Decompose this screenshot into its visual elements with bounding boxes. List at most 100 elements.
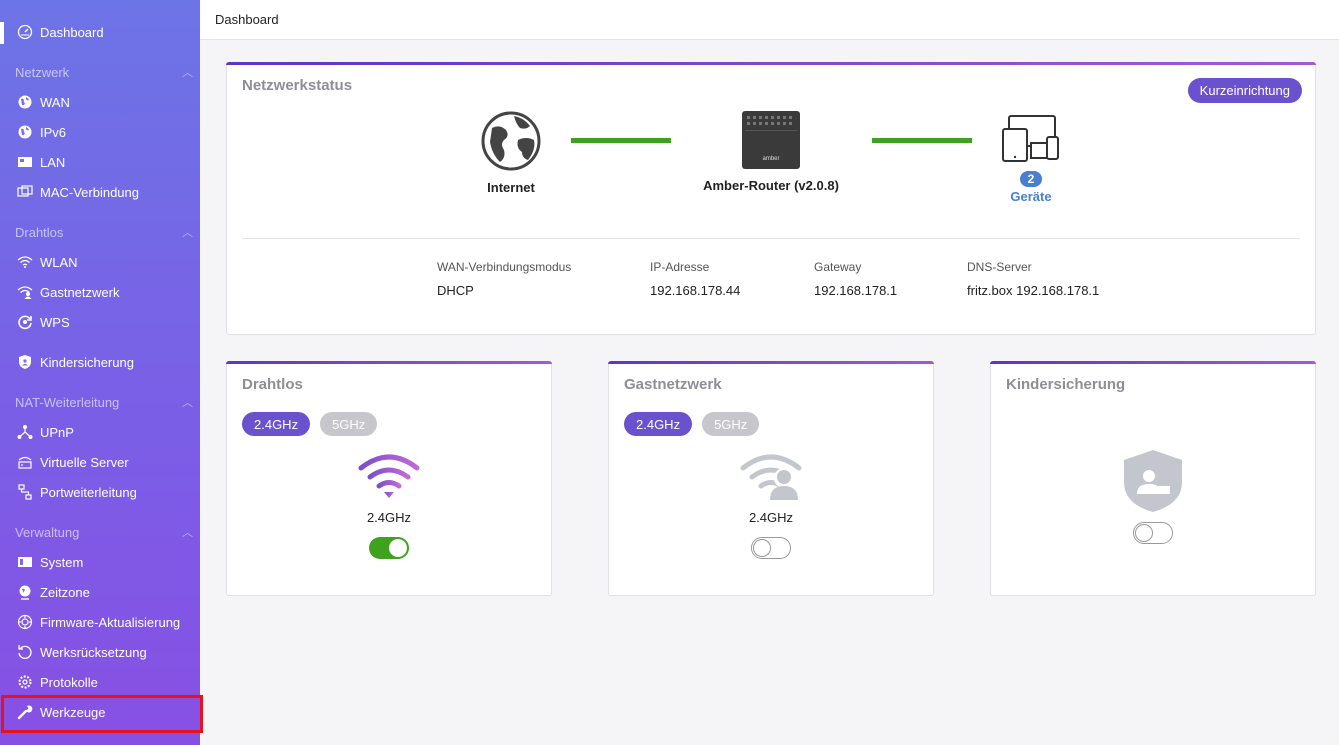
lan-icon: [16, 153, 34, 171]
internet-link-line: [571, 138, 671, 143]
divider: [242, 238, 1300, 239]
info-label: WAN-Verbindungsmodus: [437, 260, 572, 274]
router-icon: amber: [742, 111, 800, 169]
network-status-card: Netzwerkstatus Kurzeinrichtung Internet …: [226, 62, 1316, 335]
card-title: Netzwerkstatus: [242, 77, 353, 94]
info-ip-address: IP-Adresse 192.168.178.44: [650, 260, 740, 298]
mac-clone-icon: [16, 183, 34, 201]
section-drahtlos[interactable]: Drahtlos ︿: [15, 222, 193, 242]
wireless-toggle[interactable]: [369, 537, 409, 559]
dashboard-icon: [16, 23, 34, 41]
tab-5ghz[interactable]: 5GHz: [702, 412, 760, 436]
port-forward-icon: [16, 483, 34, 501]
card-title: Kindersicherung: [1006, 376, 1126, 393]
info-label: IP-Adresse: [650, 260, 710, 274]
gear-icon: [16, 673, 34, 691]
wifi-icon: [16, 253, 34, 271]
chevron-up-icon: ︿: [182, 227, 193, 239]
parental-status: [991, 448, 1315, 544]
firmware-update-icon: [16, 613, 34, 631]
section-verwaltung[interactable]: Verwaltung ︿: [15, 522, 193, 542]
sidebar-item-werkzeuge[interactable]: Werkzeuge: [0, 697, 200, 727]
section-nat[interactable]: NAT-Weiterleitung ︿: [15, 392, 193, 412]
virtual-server-icon: [16, 453, 34, 471]
sidebar-item-label: Gastnetzwerk: [40, 284, 120, 300]
devices-icon: [1002, 115, 1059, 162]
chevron-up-icon: ︿: [182, 67, 193, 79]
sidebar-item-kindersicherung[interactable]: Kindersicherung: [0, 347, 200, 377]
devices-count-badge: 2: [1019, 171, 1043, 187]
wireless-status: 2.4GHz: [227, 454, 551, 559]
sidebar: Dashboard Netzwerk ︿ WAN IPv6 LAN MAC-Ve…: [0, 0, 200, 745]
parental-shield-icon: [1124, 450, 1182, 512]
quick-setup-button[interactable]: Kurzeinrichtung: [1187, 78, 1302, 103]
sidebar-item-label: Portweiterleitung: [40, 484, 137, 500]
tab-5ghz[interactable]: 5GHz: [320, 412, 378, 436]
card-title: Gastnetzwerk: [624, 376, 722, 393]
band-tabs: 2.4GHz 5GHz: [624, 412, 760, 436]
parental-control-card: Kindersicherung: [990, 361, 1316, 596]
sidebar-item-ipv6[interactable]: IPv6: [0, 117, 200, 147]
shield-icon: [16, 353, 34, 371]
sidebar-item-lan[interactable]: LAN: [0, 147, 200, 177]
router-label: Amber-Router (v2.0.8): [703, 178, 839, 193]
sidebar-item-label: IPv6: [40, 124, 67, 140]
chevron-up-icon: ︿: [182, 397, 193, 409]
internet-globe-icon: [481, 111, 541, 171]
section-label: Verwaltung: [15, 524, 80, 540]
sidebar-item-wan[interactable]: WAN: [0, 87, 200, 117]
sidebar-item-label: Zeitzone: [40, 584, 90, 600]
section-label: NAT-Weiterleitung: [15, 394, 120, 410]
devices-node[interactable]: 2 Geräte: [991, 113, 1071, 204]
card-title: Drahtlos: [242, 376, 303, 393]
globe-icon: [16, 123, 34, 141]
sidebar-item-label: WLAN: [40, 254, 78, 270]
devices-link[interactable]: Geräte: [1010, 189, 1051, 204]
sidebar-item-upnp[interactable]: UPnP: [0, 417, 200, 447]
band-tabs: 2.4GHz 5GHz: [242, 412, 378, 436]
parental-toggle[interactable]: [1133, 522, 1173, 544]
sidebar-item-protokolle[interactable]: Protokolle: [0, 667, 200, 697]
chevron-up-icon: ︿: [182, 527, 193, 539]
sidebar-item-wlan[interactable]: WLAN: [0, 247, 200, 277]
section-label: Netzwerk: [15, 64, 70, 80]
wifi-icon: [358, 454, 420, 498]
sidebar-item-label: Werksrücksetzung: [40, 644, 147, 660]
router-node[interactable]: amber Amber-Router (v2.0.8): [691, 110, 851, 193]
internet-label: Internet: [487, 180, 535, 195]
info-value: 192.168.178.1: [814, 283, 898, 298]
section-netzwerk[interactable]: Netzwerk ︿: [15, 62, 193, 82]
topbar: Dashboard: [200, 0, 1339, 40]
internet-node[interactable]: Internet: [471, 110, 551, 195]
guest-toggle[interactable]: [751, 537, 791, 559]
band-label: 2.4GHz: [748, 510, 794, 525]
tab-2-4ghz[interactable]: 2.4GHz: [624, 412, 693, 436]
sidebar-item-werksruecksetzung[interactable]: Werksrücksetzung: [0, 637, 200, 667]
sidebar-item-label: WPS: [40, 314, 70, 330]
sidebar-item-firmware[interactable]: Firmware-Aktualisierung: [0, 607, 200, 637]
wrench-icon: [16, 703, 34, 721]
network-nodes-icon: [16, 423, 34, 441]
sidebar-item-zeitzone[interactable]: Zeitzone: [0, 577, 200, 607]
sidebar-item-label: Virtuelle Server: [40, 454, 129, 470]
info-wan-mode: WAN-Verbindungsmodus DHCP: [437, 260, 571, 298]
info-value: DHCP: [437, 283, 474, 298]
sidebar-item-mac[interactable]: MAC-Verbindung: [0, 177, 200, 207]
section-label: Drahtlos: [15, 224, 64, 240]
guest-wifi-icon: [740, 454, 802, 500]
sidebar-item-system[interactable]: System: [0, 547, 200, 577]
sidebar-item-label: UPnP: [40, 424, 74, 440]
tab-2-4ghz[interactable]: 2.4GHz: [242, 412, 311, 436]
info-label: Gateway: [814, 260, 862, 274]
info-value: fritz.box 192.168.178.1: [967, 283, 1100, 298]
sidebar-item-wps[interactable]: WPS: [0, 307, 200, 337]
sidebar-item-virtuelle-server[interactable]: Virtuelle Server: [0, 447, 200, 477]
sidebar-item-portweiterleitung[interactable]: Portweiterleitung: [0, 477, 200, 507]
sidebar-item-label: Werkzeuge: [40, 704, 106, 720]
sidebar-item-gastnetzwerk[interactable]: Gastnetzwerk: [0, 277, 200, 307]
sidebar-item-label: Kindersicherung: [40, 354, 134, 370]
info-dns-server: DNS-Server fritz.box 192.168.178.1: [967, 260, 1099, 298]
wps-icon: [16, 313, 34, 331]
sidebar-item-dashboard[interactable]: Dashboard: [0, 17, 200, 47]
reset-icon: [16, 643, 34, 661]
